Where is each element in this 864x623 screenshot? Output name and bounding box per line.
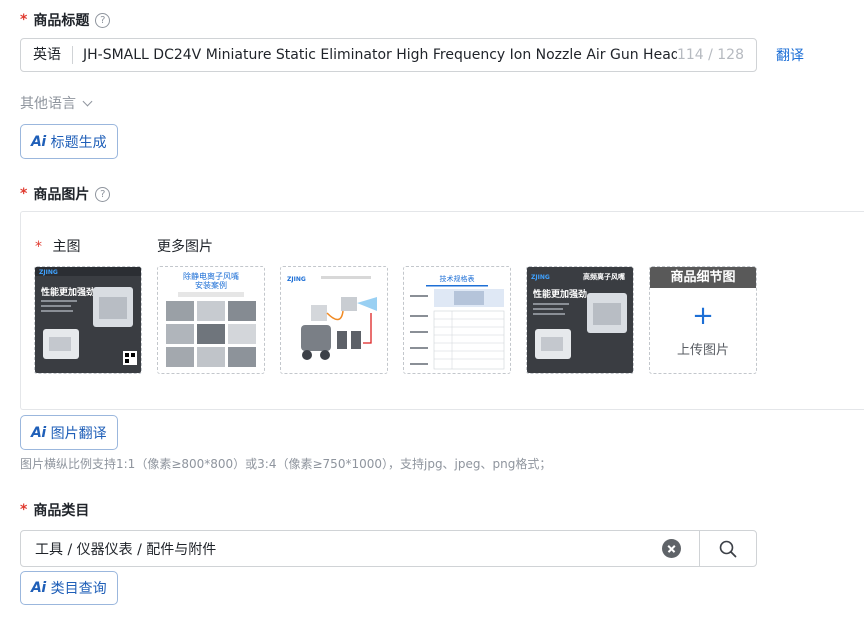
title-section-label: * 商品标题 ? <box>20 10 111 30</box>
other-languages-toggle[interactable]: 其他语言 <box>20 93 93 113</box>
product-banner-image[interactable]: ZJING 高频离子风嘴 性能更加强劲 <box>526 266 634 374</box>
upload-detail-image[interactable]: 商品细节图 + 上传图片 <box>649 266 757 374</box>
detail-image-header: 商品细节图 <box>650 267 756 288</box>
category-input[interactable]: 工具 / 仪器仪表 / 配件与附件 <box>20 530 757 567</box>
category-section-label: * 商品类目 <box>20 500 89 520</box>
ai-icon: Ai <box>31 424 46 441</box>
thumb-title: 技术规格表 <box>440 274 475 283</box>
main-product-image[interactable]: ZJING 性能更加强劲 <box>34 266 142 374</box>
image-section-label: * 商品图片 ? <box>20 184 111 204</box>
ai-image-translate-label: 图片翻译 <box>50 425 107 442</box>
required-mark: * <box>20 502 28 518</box>
plus-icon: + <box>692 301 714 331</box>
clear-icon[interactable] <box>662 539 681 558</box>
required-mark: * <box>20 12 28 28</box>
help-icon[interactable]: ? <box>95 12 111 28</box>
main-image-label: * 主图 <box>35 239 81 255</box>
category-search-button[interactable] <box>699 531 756 566</box>
help-icon[interactable]: ? <box>95 186 111 202</box>
thumb-product-text: 高频离子风嘴 <box>583 272 625 281</box>
more-images-label: 更多图片 <box>157 239 213 255</box>
thumb-banner-text: 性能更加强劲 <box>41 286 95 298</box>
ai-icon: Ai <box>31 133 46 150</box>
translate-button[interactable]: 翻译 <box>776 45 804 65</box>
required-mark: * <box>35 239 42 255</box>
thumb-brand: ZJING <box>39 269 58 276</box>
ai-category-query-label: 类目查询 <box>50 581 107 597</box>
ai-title-generate-label: 标题生成 <box>50 134 107 151</box>
spec-sheet-image[interactable]: 技术规格表 <box>403 266 511 374</box>
title-text-value[interactable]: JH-SMALL DC24V Miniature Static Eliminat… <box>73 47 677 63</box>
search-icon <box>719 540 737 557</box>
title-language: 英语 <box>21 46 73 64</box>
category-value[interactable]: 工具 / 仪器仪表 / 配件与附件 <box>21 539 662 559</box>
install-cases-image[interactable]: 除静电离子风嘴 安装案例 <box>157 266 265 374</box>
air-connection-image[interactable]: ZJING <box>280 266 388 374</box>
image-format-hint: 图片横纵比例支持1:1（像素≥800*800）或3:4（像素≥750*1000）… <box>20 457 552 471</box>
thumb-brand: ZJING <box>287 276 306 283</box>
thumb-subtitle: 安装案例 <box>195 280 227 290</box>
ai-image-translate-button[interactable]: Ai 图片翻译 <box>20 415 118 450</box>
thumb-title: 除静电离子风嘴 <box>183 271 239 281</box>
thumb-banner-text: 性能更加强劲 <box>533 288 587 300</box>
title-char-counter: 114 / 128 <box>676 47 744 63</box>
other-languages-label: 其他语言 <box>20 96 76 112</box>
ai-title-generate-button[interactable]: Ai 标题生成 <box>20 124 118 159</box>
thumb-brand: ZJING <box>531 274 550 281</box>
ai-category-query-button[interactable]: Ai 类目查询 <box>20 571 118 605</box>
required-mark: * <box>20 186 28 202</box>
ai-icon: Ai <box>31 580 46 596</box>
title-label: 商品标题 <box>33 13 90 29</box>
title-input[interactable]: 英语 JH-SMALL DC24V Miniature Static Elimi… <box>20 38 757 72</box>
image-label: 商品图片 <box>33 187 90 203</box>
upload-image-label: 上传图片 <box>676 343 729 358</box>
category-label: 商品类目 <box>33 503 90 519</box>
chevron-down-icon <box>82 96 93 106</box>
